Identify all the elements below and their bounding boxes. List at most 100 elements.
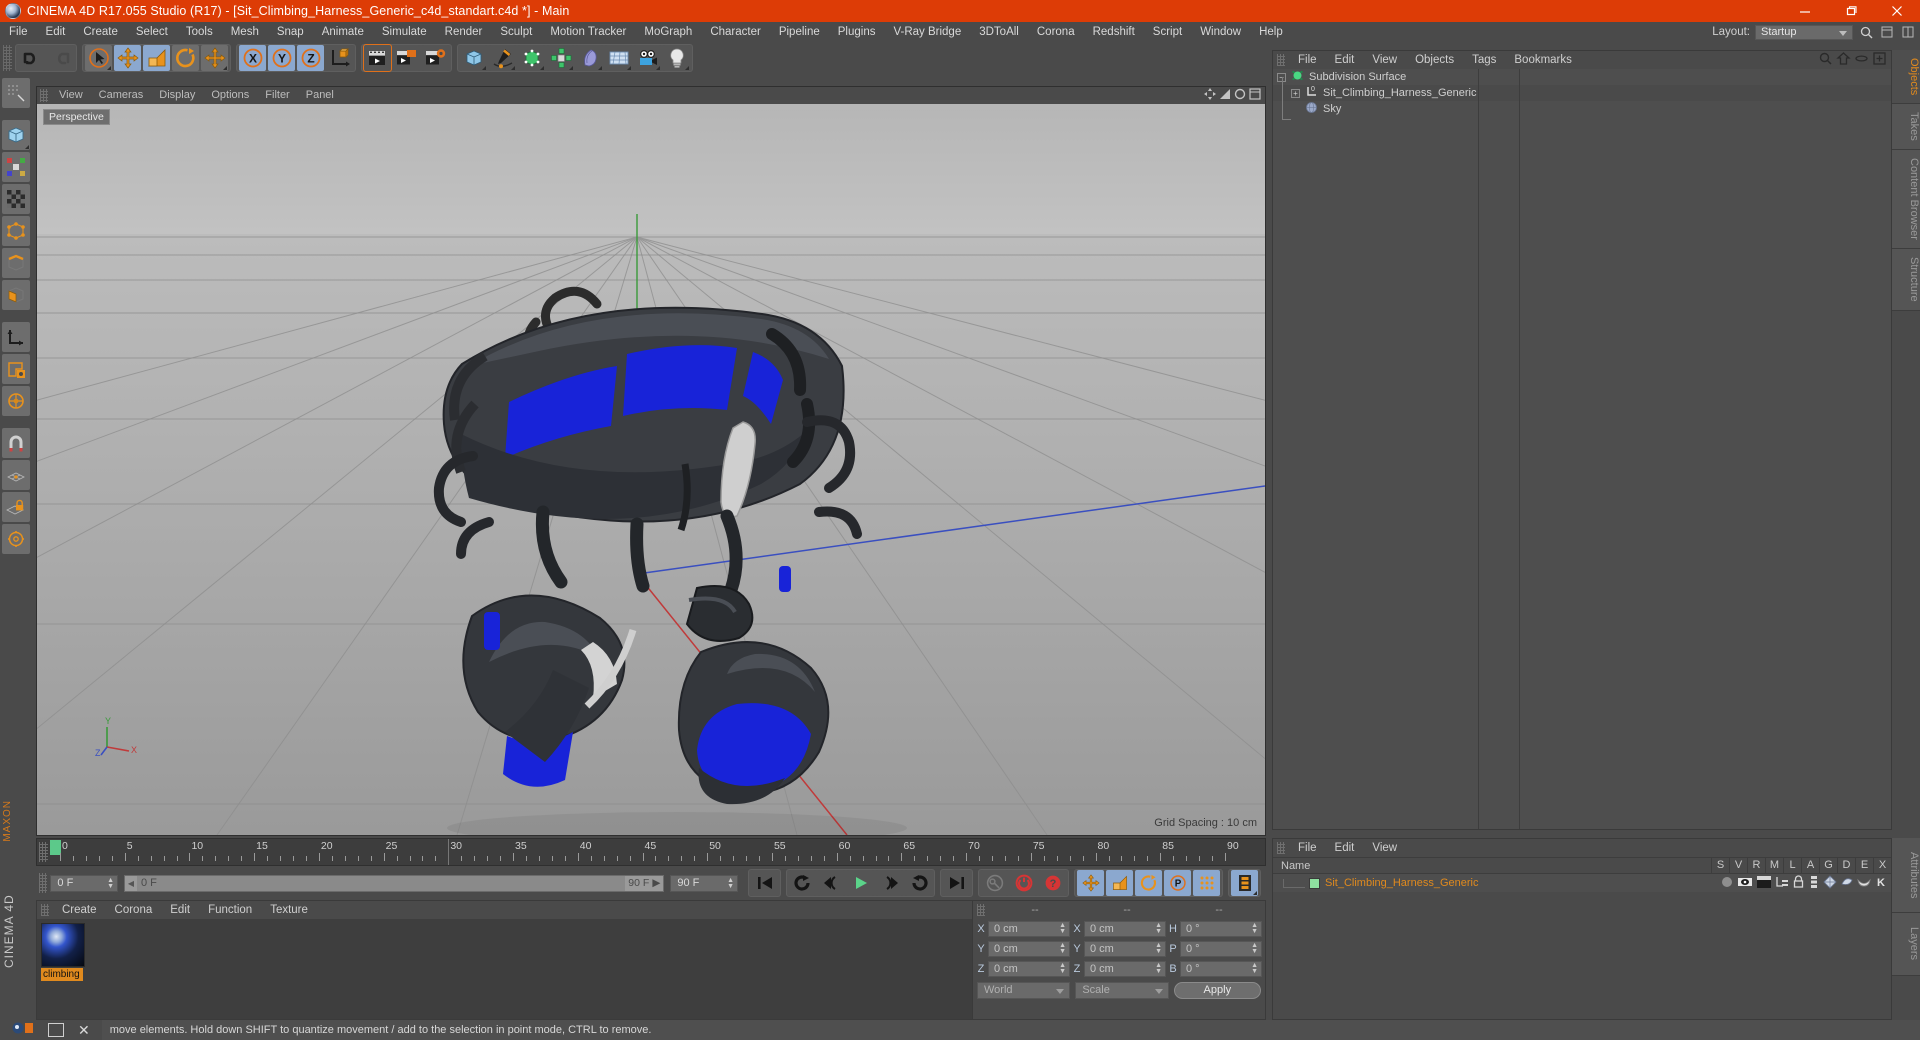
- column-d[interactable]: D: [1837, 857, 1855, 874]
- add-modeling-object-button[interactable]: [547, 45, 574, 71]
- tag-menu-edit[interactable]: Edit: [1326, 839, 1364, 857]
- next-frame-button[interactable]: [876, 870, 903, 896]
- position-y-field[interactable]: 0 cm ▲ ▼: [988, 941, 1070, 957]
- maximize-restore-button[interactable]: [1828, 0, 1874, 22]
- viewport-menu-cameras[interactable]: Cameras: [91, 87, 152, 104]
- window-icon[interactable]: [48, 1023, 64, 1037]
- timeline-range-bar[interactable]: ◀ 0 F 90 F ▶: [124, 874, 665, 892]
- viewport-move-icon[interactable]: [1204, 88, 1216, 103]
- dynamics-icon[interactable]: [1857, 875, 1871, 892]
- ellipse-icon[interactable]: [1855, 52, 1868, 68]
- menu-item-create[interactable]: Create: [74, 22, 127, 42]
- timeline-track[interactable]: 0 5 10 15 20 25 30 35 40 45 50 55 60 65 70 75 80 85 90: [50, 839, 1265, 865]
- add-generator-button[interactable]: [518, 45, 545, 71]
- menu-item-mesh[interactable]: Mesh: [222, 22, 268, 42]
- visibility-icon[interactable]: [1737, 875, 1753, 892]
- apply-button[interactable]: Apply: [1173, 981, 1261, 999]
- toolbar-grip[interactable]: [3, 45, 12, 71]
- minimize-panel-icon[interactable]: [1879, 24, 1895, 40]
- points-icon[interactable]: [2, 216, 30, 246]
- workplane-icon[interactable]: [2, 460, 30, 490]
- object-manager-grip[interactable]: [1277, 54, 1285, 66]
- tag-manager-row[interactable]: Sit_Climbing_Harness_Generic K: [1273, 874, 1891, 892]
- layer-icon[interactable]: [1775, 875, 1789, 892]
- position-x-field[interactable]: 0 cm ▲ ▼: [988, 921, 1070, 937]
- column-r[interactable]: R: [1747, 857, 1765, 874]
- menu-item-select[interactable]: Select: [127, 22, 177, 42]
- viewport-menu-filter[interactable]: Filter: [257, 87, 297, 104]
- edges-icon[interactable]: [2, 248, 30, 278]
- column-m[interactable]: M: [1765, 857, 1783, 874]
- pla-icon[interactable]: [1193, 870, 1220, 896]
- tab-content-browser[interactable]: Content Browser: [1892, 150, 1920, 249]
- texture-axis-icon[interactable]: [2, 78, 30, 108]
- render-to-picture-viewer-button[interactable]: [393, 45, 420, 71]
- add-spline-button[interactable]: [489, 45, 516, 71]
- object-menu-objects[interactable]: Objects: [1406, 51, 1463, 69]
- render-view-button[interactable]: [363, 44, 392, 72]
- solo-hierarchy-icon[interactable]: [2, 386, 30, 416]
- column-e[interactable]: E: [1855, 857, 1873, 874]
- stepper-icon[interactable]: ▲ ▼: [1059, 962, 1066, 975]
- search-icon[interactable]: [1819, 52, 1832, 68]
- stepper-icon[interactable]: ▲ ▼: [1155, 962, 1162, 975]
- coordinate-system-select[interactable]: World: [977, 981, 1071, 999]
- timeline-grip[interactable]: [39, 842, 48, 862]
- material-menu-corona[interactable]: Corona: [106, 901, 162, 919]
- expression-icon[interactable]: K: [1874, 875, 1888, 892]
- menu-item-help[interactable]: Help: [1250, 22, 1292, 42]
- close-icon[interactable]: ✕: [78, 1022, 90, 1039]
- object-row-subdivision-surface[interactable]: − Subdivision Surface ✓: [1273, 69, 1920, 85]
- add-cube-button[interactable]: [460, 45, 487, 71]
- menu-item-snap[interactable]: Snap: [268, 22, 313, 42]
- undo-button[interactable]: [18, 45, 45, 71]
- menu-item-plugins[interactable]: Plugins: [829, 22, 885, 42]
- stepper-icon[interactable]: ▲ ▼: [1251, 962, 1258, 975]
- drag-tool[interactable]: [201, 45, 228, 71]
- tab-structure[interactable]: Structure: [1892, 248, 1920, 311]
- tab-takes[interactable]: Takes: [1892, 104, 1920, 151]
- menu-item-file[interactable]: File: [0, 22, 37, 42]
- menu-item-mograph[interactable]: MoGraph: [635, 22, 701, 42]
- menu-item-render[interactable]: Render: [436, 22, 492, 42]
- viewport-menu-options[interactable]: Options: [203, 87, 257, 104]
- magnet-icon[interactable]: [2, 428, 30, 458]
- column-a[interactable]: A: [1801, 857, 1819, 874]
- add-deformer-button[interactable]: [576, 45, 603, 71]
- viewport-rotate-icon[interactable]: [1234, 88, 1246, 103]
- max-frame-field[interactable]: 90 F ▲ ▼: [670, 874, 738, 892]
- add-layer-icon[interactable]: [1873, 52, 1886, 68]
- render-icon[interactable]: [1756, 875, 1772, 892]
- position-key-button[interactable]: [1077, 870, 1104, 896]
- axis-modify-icon[interactable]: [2, 322, 30, 352]
- viewport-canvas[interactable]: Perspective Y X Z Grid Spacing : 10 cm: [37, 104, 1265, 835]
- menu-item-tools[interactable]: Tools: [177, 22, 222, 42]
- parameter-key-button[interactable]: P: [1164, 870, 1191, 896]
- timeline-toggle-button[interactable]: [1231, 870, 1258, 896]
- solo-dot-icon[interactable]: [1720, 875, 1734, 892]
- y-axis-lock[interactable]: Y: [268, 45, 295, 71]
- object-row-sit-climbing-harness-generic[interactable]: + 0 Sit_Climbing_Harness_Generic: [1273, 85, 1914, 101]
- column-x[interactable]: X: [1873, 857, 1891, 874]
- rotate-tool[interactable]: [172, 45, 199, 71]
- autokeying-button[interactable]: [1010, 870, 1037, 896]
- object-menu-edit[interactable]: Edit: [1326, 51, 1364, 69]
- play-backwards-button[interactable]: [789, 870, 816, 896]
- go-to-start-button[interactable]: [751, 870, 778, 896]
- keyframe-selection-button[interactable]: ?: [1039, 870, 1066, 896]
- column-v[interactable]: V: [1729, 857, 1747, 874]
- layout-select[interactable]: Startup: [1755, 24, 1853, 40]
- close-button[interactable]: [1874, 0, 1920, 22]
- tag-menu-view[interactable]: View: [1363, 839, 1406, 857]
- texture-mode-icon[interactable]: [2, 184, 30, 214]
- c4d-taskbar-icon[interactable]: [12, 1021, 34, 1040]
- material-menu-texture[interactable]: Texture: [261, 901, 317, 919]
- stepper-icon[interactable]: ▲ ▼: [727, 877, 734, 890]
- menu-item-simulate[interactable]: Simulate: [373, 22, 436, 42]
- object-menu-file[interactable]: File: [1289, 51, 1326, 69]
- menu-item-corona[interactable]: Corona: [1028, 22, 1084, 42]
- menu-item-edit[interactable]: Edit: [37, 22, 75, 42]
- timeline-playhead[interactable]: [448, 839, 450, 865]
- current-frame-field[interactable]: 0 F ▲ ▼: [50, 874, 118, 892]
- material-manager-grip[interactable]: [41, 904, 49, 916]
